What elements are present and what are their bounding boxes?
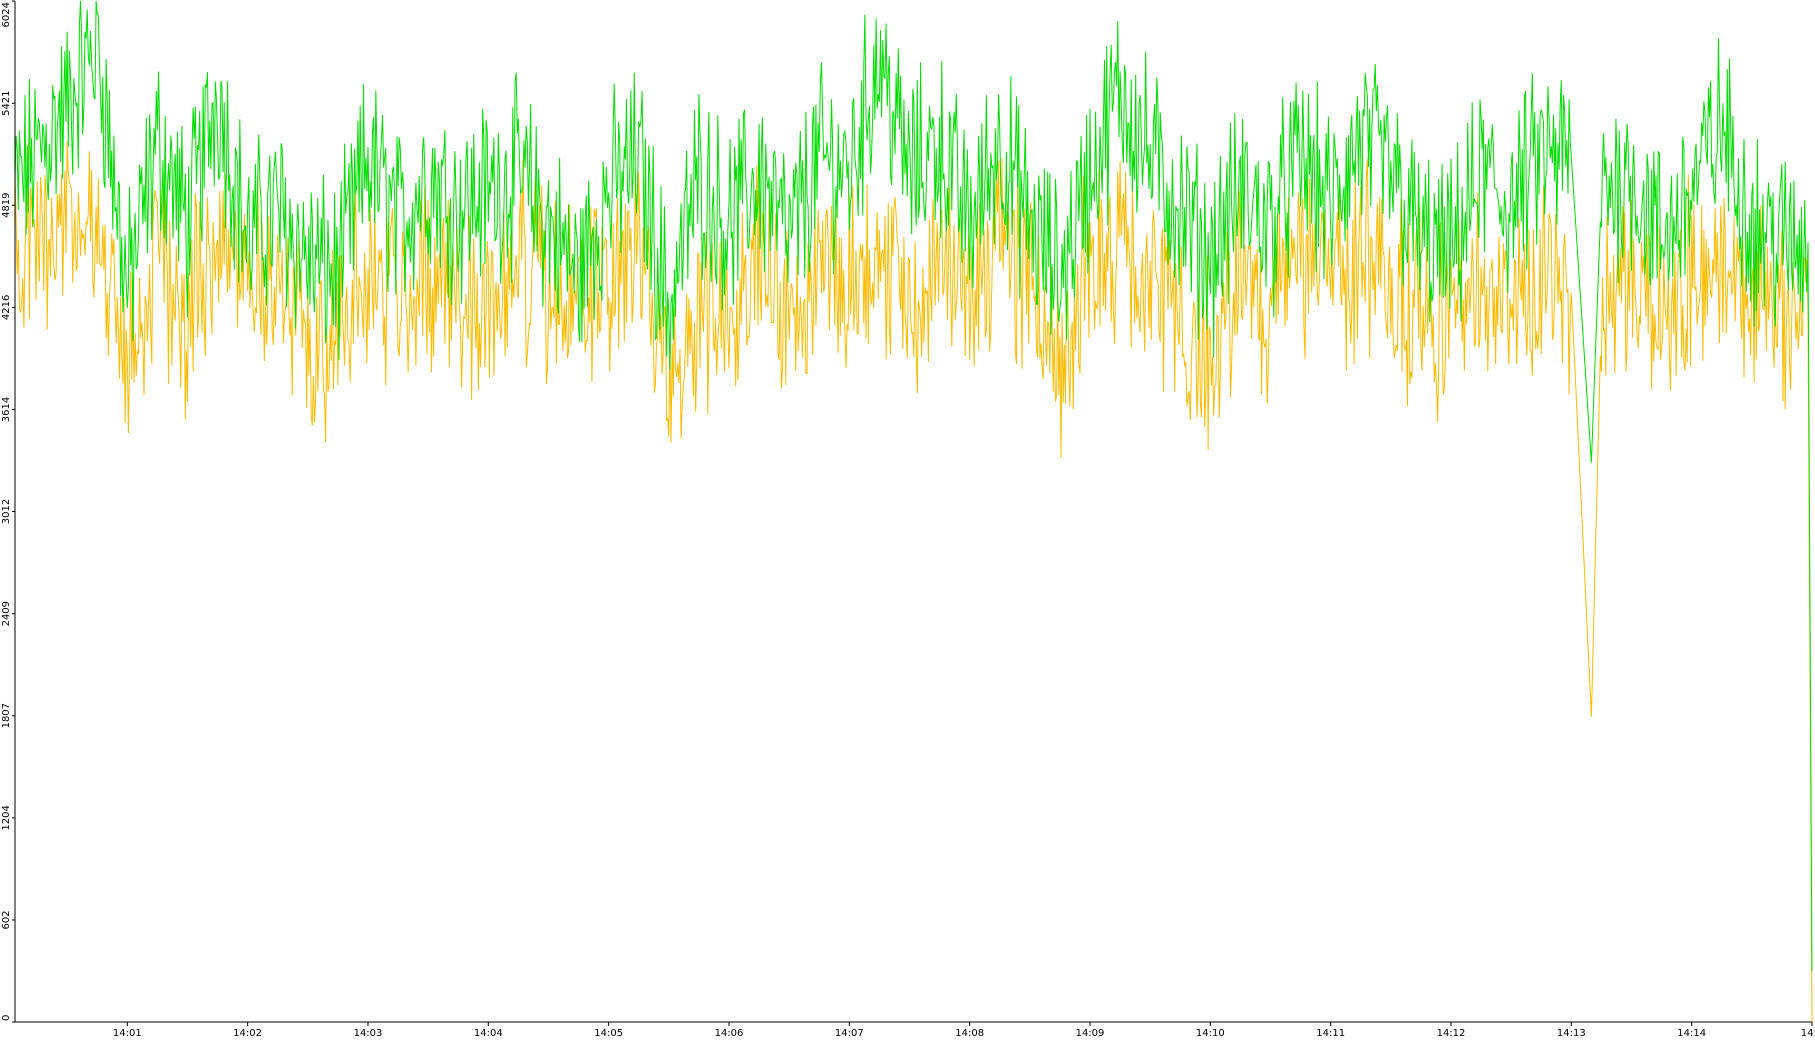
x-tick-label: 14:1 [1801, 1028, 1815, 1039]
series-layer [14, 0, 1813, 1023]
x-tick-label: 14:02 [233, 1028, 262, 1039]
y-tick-label: 3012 [1, 499, 12, 524]
x-tick-label: 14:06 [715, 1028, 744, 1039]
x-tick-label: 14:08 [955, 1028, 984, 1039]
y-tick-label: 4819 [1, 192, 12, 217]
y-tick-label: 3614 [1, 397, 12, 422]
y-tick-label: 4216 [1, 295, 12, 320]
chart: 0 602 1204 1807 2409 3012 3614 4216 4819 5421 6024… [0, 0, 1815, 1039]
y-tick-label: 1204 [1, 805, 12, 830]
y-tick-label: 5421 [1, 90, 12, 115]
x-tick-label: 14:03 [354, 1028, 383, 1039]
y-tick-label: 602 [1, 910, 12, 929]
series-path [14, 0, 1813, 972]
x-tick-label: 14:05 [594, 1028, 623, 1039]
x-tick-label: 14:13 [1557, 1028, 1586, 1039]
y-tick-label: 6024 [1, 2, 12, 27]
series-line [14, 0, 1813, 972]
chart-svg: 0 602 1204 1807 2409 3012 3614 4216 4819 5421 6024… [1, 0, 1815, 1039]
x-tick-label: 14:07 [835, 1028, 864, 1039]
x-tick-label: 14:12 [1437, 1028, 1466, 1039]
x-tick-label: 14:14 [1677, 1028, 1706, 1039]
x-tick-label: 14:10 [1196, 1028, 1225, 1039]
y-tick-label: 1807 [1, 703, 12, 728]
series-line [14, 141, 1813, 1023]
x-tick-label: 14:11 [1316, 1028, 1345, 1039]
x-tick-label: 14:01 [113, 1028, 142, 1039]
y-tick-label: 2409 [1, 601, 12, 626]
x-tick-label: 14:04 [474, 1028, 503, 1039]
series-path [14, 141, 1813, 1023]
x-tick-label: 14:09 [1076, 1028, 1105, 1039]
y-tick-label: 0 [1, 1015, 12, 1021]
